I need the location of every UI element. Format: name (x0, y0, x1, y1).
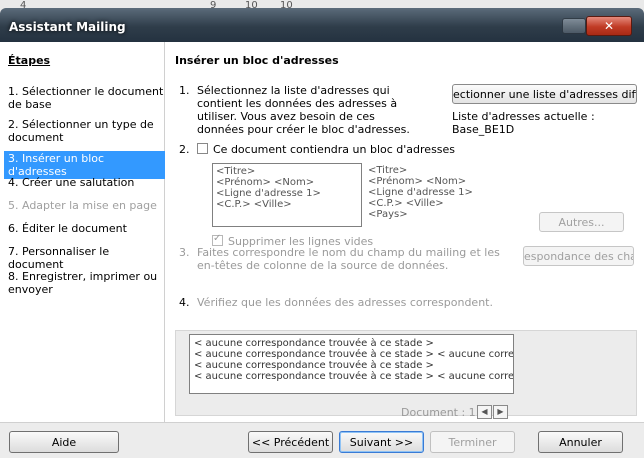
address-line: <C.P.> <Ville> (368, 198, 444, 209)
current-list-label: Liste d'adresses actuelle : Base_BE1D (452, 110, 595, 136)
step3-text: Faites correspondre le nom du champ du m… (197, 246, 500, 272)
suppress-empty-lines-checkbox[interactable] (212, 233, 223, 246)
step1-text: Sélectionnez la liste d'adresses qui con… (197, 84, 410, 136)
more-button[interactable]: Autres... (539, 212, 624, 232)
close-button[interactable]: ✕ (586, 16, 632, 36)
preview-line: < aucune correspondance trouvée à ce sta… (194, 338, 434, 349)
step3-number: 3. (179, 246, 190, 259)
prev-document-button[interactable]: ◀ (477, 405, 492, 419)
step-item[interactable]: 1. Sélectionner le document de base (4, 84, 168, 112)
address-line: <Ligne d'adresse 1> (368, 187, 473, 198)
step4-number: 4. (179, 296, 190, 309)
dialog-footer: Aide << Précédent Suivant >> Terminer An… (0, 422, 644, 458)
window-title: Assistant Mailing (9, 20, 126, 34)
address-line: <Titre> (216, 166, 256, 177)
preview-line: < aucune correspondance trouvée à ce sta… (194, 371, 514, 382)
content-pane: Insérer un bloc d'adresses 1. Sélectionn… (165, 42, 644, 422)
step2-number: 2. (179, 143, 190, 156)
arrow-right-icon: ▶ (497, 407, 504, 416)
arrow-left-icon: ◀ (481, 407, 488, 416)
preview-line: < aucune correspondance trouvée à ce sta… (194, 349, 514, 360)
address-line: <Prénom> <Nom> (368, 176, 467, 187)
step-item[interactable]: 7. Personnaliser le document (4, 244, 168, 272)
page-title: Insérer un bloc d'adresses (175, 54, 339, 67)
step4-text: Vérifiez que les données des adresses co… (197, 296, 493, 309)
address-preview: < aucune correspondance trouvée à ce sta… (189, 334, 514, 394)
step-item[interactable]: 4. Créer une salutation (4, 175, 168, 190)
preview-line: < aucune correspondance trouvée à ce sta… (194, 360, 434, 371)
next-button[interactable]: Suivant >> (339, 431, 424, 453)
address-line: <Titre> (368, 165, 408, 176)
address-block-option-1[interactable]: <Titre> <Prénom> <Nom> <Ligne d'adresse … (212, 163, 362, 227)
match-fields-button[interactable]: espondance des champ (523, 246, 634, 266)
address-block-option-2[interactable]: <Titre> <Prénom> <Nom> <Ligne d'adresse … (365, 163, 521, 222)
step-item[interactable]: 2. Sélectionner un type de document (4, 117, 168, 145)
step-item[interactable]: 6. Éditer le document (4, 221, 168, 236)
select-address-list-button[interactable]: ectionner une liste d'adresses différent… (452, 84, 637, 104)
steps-pane: Étapes 1. Sélectionner le document de ba… (0, 42, 168, 422)
minimize-button[interactable] (562, 18, 586, 34)
address-line: <C.P.> <Ville> (216, 199, 292, 210)
address-block-checkbox[interactable] (197, 143, 208, 154)
help-button[interactable]: Aide (9, 431, 119, 453)
step-item[interactable]: 8. Enregistrer, imprimer ou envoyer (4, 269, 168, 297)
step-item-disabled: 5. Adapter la mise en page (8, 199, 157, 212)
address-block-checkbox-label: Ce document contiendra un bloc d'adresse… (213, 143, 456, 156)
close-icon: ✕ (603, 19, 615, 33)
cancel-button[interactable]: Annuler (538, 431, 623, 453)
address-line: <Pays> (368, 209, 408, 220)
previous-button[interactable]: << Précédent (248, 431, 333, 453)
next-document-button[interactable]: ▶ (493, 405, 508, 419)
step1-number: 1. (179, 84, 190, 97)
document-counter: Document : 1 (401, 406, 476, 419)
steps-heading: Étapes (8, 54, 51, 67)
finish-button[interactable]: Terminer (430, 431, 515, 453)
address-line: <Ligne d'adresse 1> (216, 188, 321, 199)
address-line: <Prénom> <Nom> (216, 177, 315, 188)
title-bar: Assistant Mailing ✕ (0, 8, 644, 42)
